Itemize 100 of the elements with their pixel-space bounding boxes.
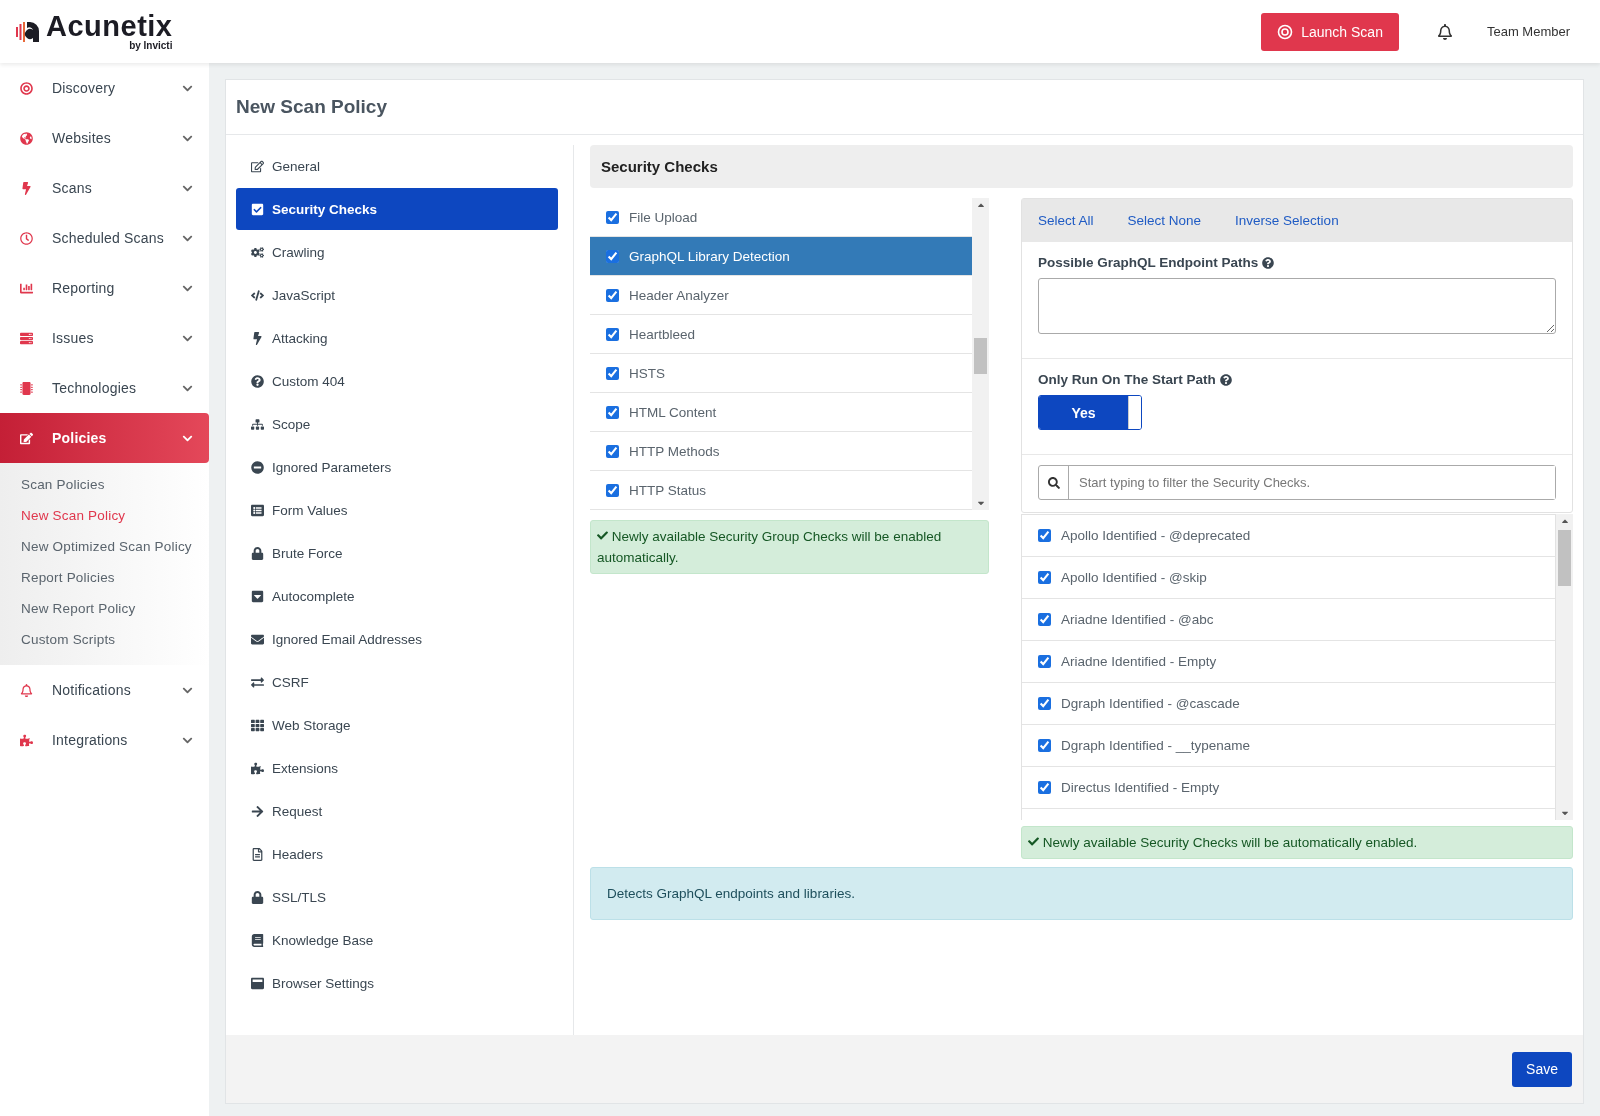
- checkbox[interactable]: [606, 210, 619, 224]
- sidebar-item[interactable]: Websites: [0, 113, 209, 163]
- puzzle-icon: [20, 733, 34, 747]
- selection-link[interactable]: Select All: [1038, 213, 1094, 228]
- toggle-switch[interactable]: Yes: [1038, 395, 1142, 430]
- logo-text: Acunetix: [46, 12, 173, 41]
- scrollbar[interactable]: [972, 198, 989, 510]
- section-tab[interactable]: Knowledge Base: [236, 919, 558, 961]
- bar-chart-icon: [20, 281, 34, 295]
- section-tab[interactable]: Security Checks: [236, 188, 558, 230]
- sidebar-item[interactable]: Integrations: [0, 715, 209, 765]
- section-tab[interactable]: Crawling: [236, 231, 558, 273]
- edit-icon: [20, 431, 34, 445]
- check-group-row[interactable]: GraphQL Library Detection: [590, 237, 972, 276]
- section-tab[interactable]: Web Storage: [236, 704, 558, 746]
- checkbox[interactable]: [1038, 529, 1051, 542]
- checkbox[interactable]: [606, 249, 619, 263]
- checkbox[interactable]: [606, 483, 619, 497]
- section-tab[interactable]: Autocomplete: [236, 575, 558, 617]
- checkbox-icon: [251, 202, 265, 216]
- submenu-item[interactable]: Report Policies: [0, 562, 209, 593]
- sidebar-item[interactable]: Scans: [0, 163, 209, 213]
- chip-icon: [20, 381, 34, 395]
- submenu-item[interactable]: New Scan Policy: [0, 500, 209, 531]
- section-tab[interactable]: Ignored Email Addresses: [236, 618, 558, 660]
- sidebar-item[interactable]: Notifications: [0, 665, 209, 715]
- checkbox[interactable]: [606, 444, 619, 458]
- check-group-label: HSTS: [629, 365, 665, 381]
- section-tab[interactable]: Attacking: [236, 317, 558, 359]
- checkbox[interactable]: [1038, 697, 1051, 710]
- arrows-icon: [251, 675, 265, 689]
- check-label: Dgraph Identified - @cascade: [1061, 696, 1240, 711]
- arrow-right-icon: [251, 804, 265, 818]
- checkbox[interactable]: [1038, 655, 1051, 668]
- submenu-item[interactable]: Custom Scripts: [0, 624, 209, 655]
- section-tab[interactable]: Custom 404: [236, 360, 558, 402]
- sidebar-item[interactable]: Technologies: [0, 363, 209, 413]
- check-group-label: File Upload: [629, 209, 698, 225]
- question-icon: [251, 374, 265, 388]
- check-group-label: HTML Content: [629, 404, 717, 420]
- section-tab[interactable]: Brute Force: [236, 532, 558, 574]
- checkbox[interactable]: [1038, 571, 1051, 584]
- section-tab[interactable]: Extensions: [236, 747, 558, 789]
- submenu-item[interactable]: New Optimized Scan Policy: [0, 531, 209, 562]
- section-tab[interactable]: JavaScript: [236, 274, 558, 316]
- section-tab[interactable]: Headers: [236, 833, 558, 875]
- document-icon: [251, 847, 265, 861]
- check-label: Apollo Identified - @skip: [1061, 570, 1207, 585]
- grid-icon: [251, 718, 265, 732]
- section-tab[interactable]: Ignored Parameters: [236, 446, 558, 488]
- panel-title: Security Checks: [590, 145, 1573, 188]
- scrollbar[interactable]: [1556, 514, 1573, 820]
- checkbox[interactable]: [1038, 739, 1051, 752]
- section-tab[interactable]: Form Values: [236, 489, 558, 531]
- checkbox[interactable]: [606, 405, 619, 419]
- sidebar-item[interactable]: Scheduled Scans: [0, 213, 209, 263]
- checkbox[interactable]: [606, 288, 619, 302]
- scrollbar-thumb[interactable]: [1558, 530, 1571, 586]
- checkbox[interactable]: [1038, 781, 1051, 794]
- launch-scan-button[interactable]: Launch Scan: [1261, 12, 1399, 51]
- sidebar-item[interactable]: Issues: [0, 313, 209, 363]
- section-tab[interactable]: CSRF: [236, 661, 558, 703]
- scan-icon: [1277, 23, 1294, 40]
- section-tab[interactable]: Request: [236, 790, 558, 832]
- section-tab[interactable]: SSL/TLS: [236, 876, 558, 918]
- check-group-label: Header Analyzer: [629, 287, 729, 303]
- endpoint-paths-field[interactable]: [1038, 278, 1556, 334]
- lock-icon: [251, 546, 265, 560]
- submenu-item[interactable]: Scan Policies: [0, 469, 209, 500]
- field-label: Only Run On The Start Path: [1038, 372, 1216, 387]
- filter-field[interactable]: Start typing to filter the Security Checks.: [1038, 465, 1556, 500]
- section-tab[interactable]: General: [236, 145, 558, 187]
- section-tab[interactable]: Browser Settings: [236, 962, 558, 1004]
- selection-link[interactable]: Select None: [1127, 213, 1202, 228]
- checkbox[interactable]: [1038, 613, 1051, 626]
- user-menu[interactable]: Team Member: [1486, 24, 1570, 39]
- check-label: Ariadne Identified - @abc: [1061, 612, 1214, 627]
- check-icon: [1028, 836, 1039, 847]
- check-label: Dgraph Identified - __typename: [1061, 738, 1251, 753]
- help-icon[interactable]: [1262, 256, 1275, 269]
- checkbox[interactable]: [606, 327, 619, 341]
- check-group-label: HTTP Methods: [629, 443, 720, 459]
- help-icon[interactable]: [1219, 373, 1232, 386]
- success-note: Newly available Security Checks will be automatically enabled.: [1021, 826, 1573, 859]
- checkbox[interactable]: [606, 366, 619, 380]
- envelope-icon: [251, 632, 265, 646]
- description-box: Detects GraphQL endpoints and libraries.: [590, 867, 1573, 920]
- submenu-item[interactable]: New Report Policy: [0, 593, 209, 624]
- section-tab[interactable]: Scope: [236, 403, 558, 445]
- edit-icon: [251, 159, 265, 173]
- sidebar-item[interactable]: Discovery: [0, 63, 209, 113]
- target-icon: [20, 81, 34, 95]
- sidebar-item[interactable]: Policies: [0, 413, 209, 463]
- sidebar-item[interactable]: Reporting: [0, 263, 209, 313]
- bell-icon[interactable]: [1436, 23, 1453, 40]
- clock-icon: [20, 231, 34, 245]
- save-button[interactable]: Save: [1512, 1051, 1572, 1087]
- scrollbar-thumb[interactable]: [974, 338, 987, 374]
- selection-link[interactable]: Inverse Selection: [1235, 213, 1339, 228]
- field-label: Possible GraphQL Endpoint Paths: [1038, 255, 1259, 270]
